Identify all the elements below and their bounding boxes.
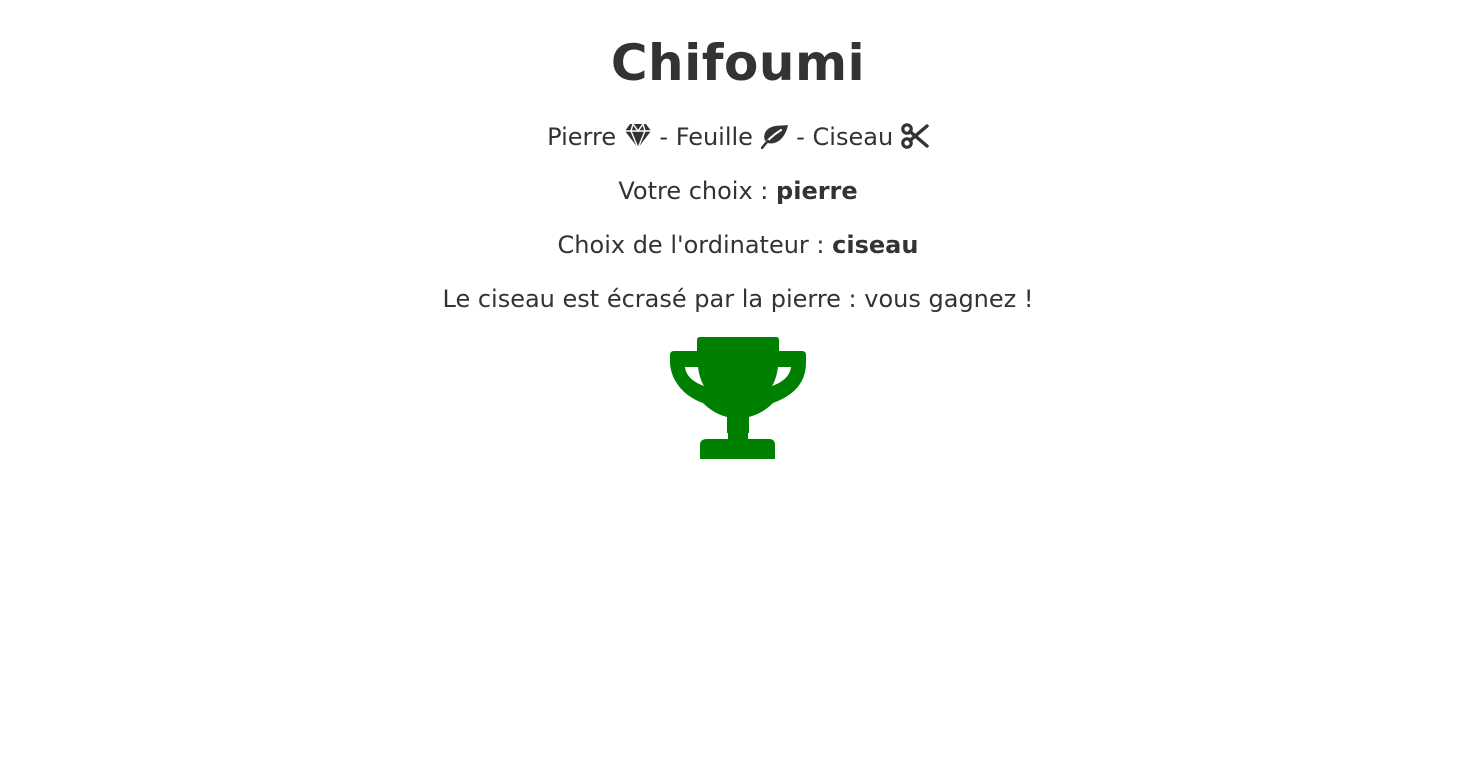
page-title: Chifoumi — [610, 34, 866, 92]
computer-choice-line: Choix de l'ordinateur : ciseau — [0, 230, 1476, 260]
user-choice-label: Votre choix : — [618, 177, 769, 205]
rules-line: Pierre - Feuille - Ciseau — [0, 122, 1476, 152]
separator: - — [659, 123, 669, 151]
computer-choice-value: ciseau — [832, 231, 919, 259]
gem-icon — [624, 123, 652, 149]
leaf-icon — [760, 123, 789, 149]
paper-label: Feuille — [675, 123, 753, 151]
scissors-icon — [901, 123, 929, 149]
separator: - — [796, 123, 805, 151]
result-message: Le ciseau est écrasé par la pierre : vou… — [442, 285, 1034, 313]
trophy-icon — [669, 337, 807, 459]
computer-choice-label: Choix de l'ordinateur : — [557, 231, 825, 259]
game-page: Chifoumi Pierre - Feuille - Ciseau Votre… — [0, 0, 1476, 762]
user-choice-line: Votre choix : pierre — [0, 176, 1476, 206]
scissors-label: Ciseau — [812, 123, 894, 151]
rock-label: Pierre — [547, 123, 617, 151]
user-choice-value: pierre — [776, 177, 858, 205]
